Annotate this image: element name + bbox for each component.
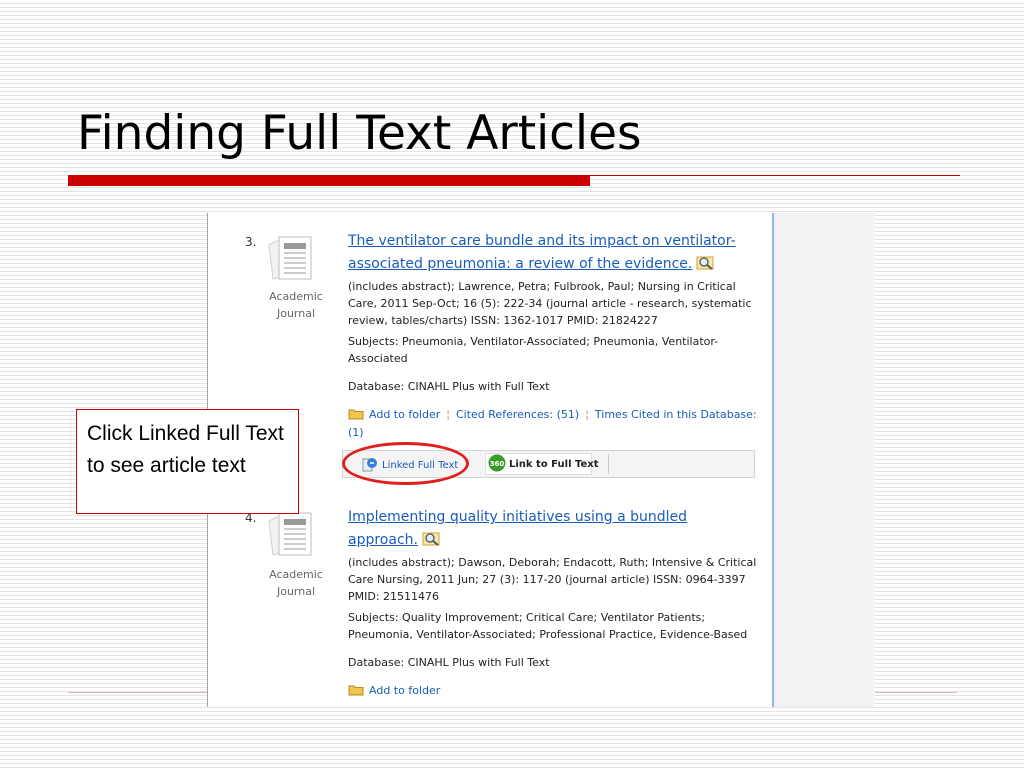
subjects-text: Subjects: Quality Improvement; Critical …	[348, 611, 748, 641]
folder-icon[interactable]	[348, 684, 364, 696]
citation-text: (includes abstract); Dawson, Deborah; En…	[348, 556, 757, 603]
title-underline-accent	[68, 175, 590, 186]
result-number: 3.	[245, 235, 257, 249]
link-to-full-text-label[interactable]: Link to Full Text	[509, 459, 598, 470]
footer-line-left	[68, 692, 208, 693]
magnifier-icon[interactable]	[696, 255, 716, 271]
result-title-text[interactable]: Implementing quality initiatives using a…	[348, 509, 687, 548]
right-panel	[772, 213, 874, 707]
citation-text: (includes abstract); Lawrence, Petra; Fu…	[348, 280, 752, 327]
database-text: Database: CINAHL Plus with Full Text	[348, 380, 550, 393]
search-results-screenshot: 3. Academic Journal The ventilator care …	[207, 213, 874, 707]
result-actions: Add to folder	[348, 682, 768, 700]
highlight-circle	[342, 442, 469, 485]
document-icon[interactable]	[265, 235, 315, 281]
cited-references-link[interactable]: Cited References: (51)	[456, 408, 579, 421]
times-cited-link[interactable]: Times Cited in this Database:	[595, 408, 757, 421]
separator: ¦	[446, 408, 450, 421]
magnifier-icon[interactable]	[422, 531, 442, 547]
add-to-folder-link[interactable]: Add to folder	[369, 684, 440, 697]
database-text: Database: CINAHL Plus with Full Text	[348, 656, 550, 669]
title-underline-thin	[590, 175, 960, 176]
result-title-text[interactable]: The ventilator care bundle and its impac…	[348, 233, 736, 272]
result-title-link[interactable]: The ventilator care bundle and its impac…	[348, 230, 748, 276]
document-icon[interactable]	[265, 511, 315, 557]
folder-icon[interactable]	[348, 408, 364, 420]
result-actions: Add to folder ¦ Cited References: (51) ¦ Tim…	[348, 406, 768, 442]
separator: ¦	[585, 408, 589, 421]
badge-360-text: 360	[490, 460, 505, 468]
badge-360-icon: 360	[488, 454, 506, 472]
callout-box: Click Linked Full Text to see article te…	[76, 409, 299, 514]
footer-line-right	[875, 692, 957, 693]
doc-type-label: Academic Journal	[269, 290, 323, 320]
subjects-text: Subjects: Pneumonia, Ventilator-Associat…	[348, 335, 719, 365]
slide-title: Finding Full Text Articles	[77, 106, 642, 161]
bar-separator	[608, 454, 609, 474]
doc-type-label: Academic Journal	[269, 568, 323, 598]
link-to-full-text-button[interactable]: 360 Link to Full Text	[485, 453, 598, 475]
add-to-folder-link[interactable]: Add to folder	[369, 408, 440, 421]
result-title-link[interactable]: Implementing quality initiatives using a…	[348, 506, 748, 552]
times-cited-count[interactable]: (1)	[348, 426, 364, 439]
